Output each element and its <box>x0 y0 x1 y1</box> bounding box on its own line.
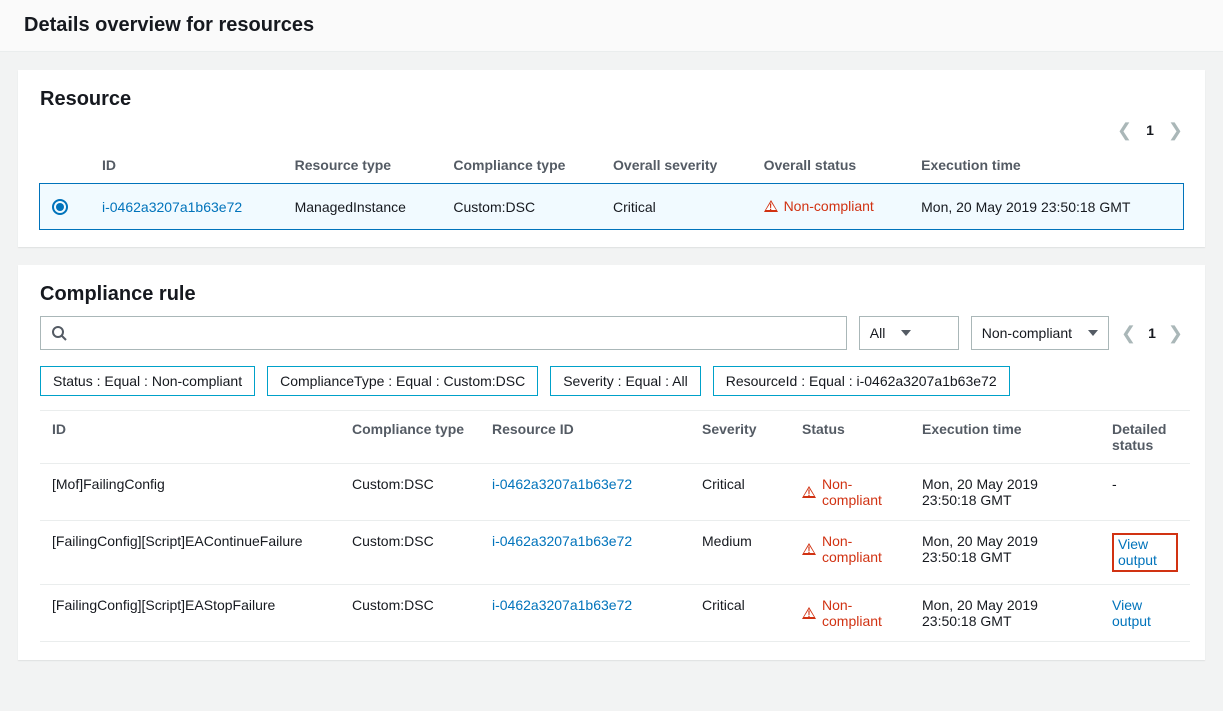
rule-severity-cell: Medium <box>690 521 790 585</box>
filter-chip-resourceid[interactable]: ResourceId : Equal : i-0462a3207a1b63e72 <box>713 366 1010 396</box>
compliance-rule-title: Compliance rule <box>40 283 1183 306</box>
resource-severity-cell: Critical <box>601 184 752 230</box>
rule-resourceid-link[interactable]: i-0462a3207a1b63e72 <box>492 533 632 549</box>
table-row: [FailingConfig][Script]EAStopFailure Cus… <box>40 585 1190 642</box>
rule-severity-cell: Critical <box>690 585 790 642</box>
resource-id-link[interactable]: i-0462a3207a1b63e72 <box>102 199 242 215</box>
rule-ctype-cell: Custom:DSC <box>340 464 480 521</box>
rule-table: ID Compliance type Resource ID Severity … <box>40 410 1190 642</box>
col-ctype: Compliance type <box>441 147 601 184</box>
chevron-down-icon <box>901 330 911 336</box>
rule-status-text: Non-compliant <box>822 597 898 629</box>
rule-exec-cell: Mon, 20 May 2019 23:50:18 GMT <box>910 464 1100 521</box>
filter-chips: Status : Equal : Non-compliant Complianc… <box>40 366 1183 396</box>
rule-resourceid-link[interactable]: i-0462a3207a1b63e72 <box>492 597 632 613</box>
resource-page-number: 1 <box>1146 122 1154 138</box>
col-id: ID <box>90 147 283 184</box>
resource-table: ID Resource type Compliance type Overall… <box>40 147 1183 229</box>
rule-col-det: Detailed status <box>1100 411 1190 464</box>
resource-type-cell: ManagedInstance <box>283 184 442 230</box>
rule-id-cell: [FailingConfig][Script]EAContinueFailure <box>40 521 340 585</box>
rule-page-number: 1 <box>1148 325 1156 341</box>
rule-status-text: Non-compliant <box>822 533 898 565</box>
rule-col-sev: Severity <box>690 411 790 464</box>
warning-icon: ! <box>764 200 778 212</box>
resource-status-cell: ! Non-compliant <box>764 198 874 214</box>
rule-next-page[interactable]: ❯ <box>1168 323 1183 344</box>
resource-exec-cell: Mon, 20 May 2019 23:50:18 GMT <box>909 184 1183 230</box>
warning-icon: ! <box>802 543 816 555</box>
page-title: Details overview for resources <box>24 14 1199 37</box>
resource-row-radio[interactable] <box>52 199 68 215</box>
resource-ctype-cell: Custom:DSC <box>441 184 601 230</box>
rule-status-cell: ! Non-compliant <box>802 597 898 629</box>
filter-chip-compliancetype[interactable]: ComplianceType : Equal : Custom:DSC <box>267 366 538 396</box>
page-header: Details overview for resources <box>0 0 1223 52</box>
rule-status-text: Non-compliant <box>822 476 898 508</box>
table-row: [Mof]FailingConfig Custom:DSC i-0462a320… <box>40 464 1190 521</box>
status-dropdown-label: Non-compliant <box>982 325 1072 341</box>
resource-row[interactable]: i-0462a3207a1b63e72 ManagedInstance Cust… <box>40 184 1183 230</box>
resource-pager: ❮ 1 ❯ <box>40 121 1183 139</box>
view-output-link[interactable]: View output <box>1112 597 1151 629</box>
filter-chip-severity[interactable]: Severity : Equal : All <box>550 366 701 396</box>
status-dropdown[interactable]: Non-compliant <box>971 316 1109 350</box>
rule-ctype-cell: Custom:DSC <box>340 521 480 585</box>
rule-status-cell: ! Non-compliant <box>802 533 898 565</box>
rule-col-id: ID <box>40 411 340 464</box>
compliance-toolbar: All Non-compliant ❮ 1 ❯ <box>40 316 1183 350</box>
rule-status-cell: ! Non-compliant <box>802 476 898 508</box>
view-output-link[interactable]: View output <box>1118 536 1157 568</box>
rule-col-status: Status <box>790 411 910 464</box>
rule-severity-cell: Critical <box>690 464 790 521</box>
rule-id-cell: [FailingConfig][Script]EAStopFailure <box>40 585 340 642</box>
highlight-annotation: View output <box>1112 533 1178 572</box>
col-exec: Execution time <box>909 147 1183 184</box>
search-input-wrapper[interactable] <box>40 316 847 350</box>
chevron-down-icon <box>1088 330 1098 336</box>
rule-col-exec: Execution time <box>910 411 1100 464</box>
rule-col-ctype: Compliance type <box>340 411 480 464</box>
resource-status-text: Non-compliant <box>784 198 874 214</box>
search-icon <box>51 325 67 341</box>
severity-dropdown-label: All <box>870 325 886 341</box>
compliance-rule-panel: Compliance rule All Non-compliant ❮ 1 ❯ … <box>18 265 1205 660</box>
table-row: [FailingConfig][Script]EAContinueFailure… <box>40 521 1190 585</box>
resource-panel: Resource ❮ 1 ❯ ID Resource type Complian… <box>18 70 1205 247</box>
resource-prev-page[interactable]: ❮ <box>1117 121 1132 139</box>
resource-panel-title: Resource <box>40 88 1183 111</box>
rule-exec-cell: Mon, 20 May 2019 23:50:18 GMT <box>910 521 1100 585</box>
rule-exec-cell: Mon, 20 May 2019 23:50:18 GMT <box>910 585 1100 642</box>
search-input[interactable] <box>75 324 836 342</box>
filter-chip-status[interactable]: Status : Equal : Non-compliant <box>40 366 255 396</box>
col-sev: Overall severity <box>601 147 752 184</box>
rule-detailed-cell: - <box>1100 464 1190 521</box>
rule-ctype-cell: Custom:DSC <box>340 585 480 642</box>
severity-dropdown[interactable]: All <box>859 316 959 350</box>
resource-next-page[interactable]: ❯ <box>1168 121 1183 139</box>
col-type: Resource type <box>283 147 442 184</box>
rule-col-rid: Resource ID <box>480 411 690 464</box>
rule-id-cell: [Mof]FailingConfig <box>40 464 340 521</box>
warning-icon: ! <box>802 607 816 619</box>
warning-icon: ! <box>802 486 816 498</box>
rule-resourceid-link[interactable]: i-0462a3207a1b63e72 <box>492 476 632 492</box>
rule-prev-page[interactable]: ❮ <box>1121 323 1136 344</box>
col-status: Overall status <box>752 147 910 184</box>
